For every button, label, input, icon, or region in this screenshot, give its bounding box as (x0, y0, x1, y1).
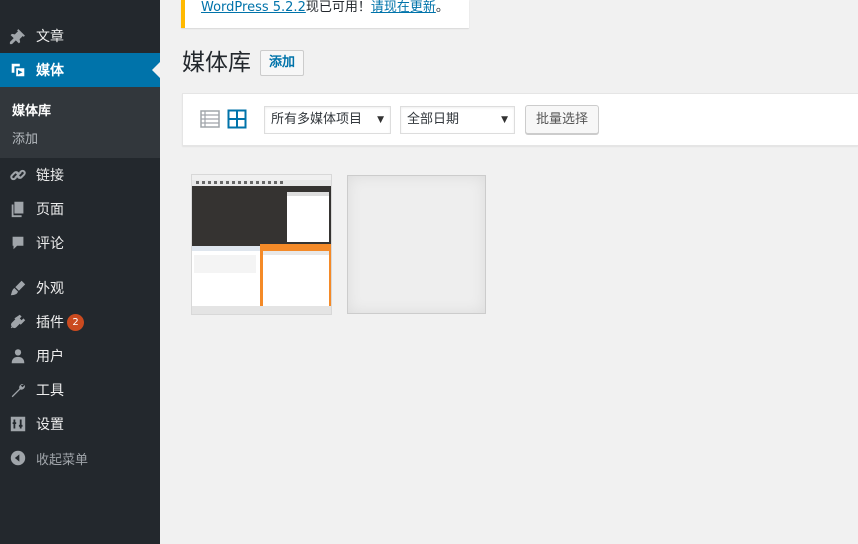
media-attachment-thumbnail[interactable] (192, 175, 331, 314)
notice-text: 现已可用！ (305, 0, 371, 15)
update-notice: WordPress 5.2.2现已可用！请现在更新。 (181, 0, 469, 28)
sidebar-item-label: 工具 (36, 383, 64, 399)
sidebar-item-label: 用户 (36, 349, 64, 365)
page-icon (0, 200, 36, 218)
date-filter-value: 全部日期 (407, 112, 460, 127)
media-toolbar: 所有多媒体项目 ▼ 全部日期 ▼ 批量选择 (182, 93, 858, 146)
sidebar-item-label: 页面 (36, 202, 64, 218)
plugin-icon (0, 313, 36, 331)
media-attachment-placeholder[interactable] (347, 175, 486, 314)
brush-icon (0, 279, 36, 297)
comment-icon (0, 234, 36, 252)
sidebar-item-appearance[interactable]: 外观 (0, 271, 160, 305)
sidebar-item-users[interactable]: 用户 (0, 339, 160, 373)
sidebar-item-plugins[interactable]: 插件 2 (0, 305, 160, 339)
link-icon (0, 166, 36, 184)
notice-text-end: 。 (435, 0, 449, 15)
settings-icon (0, 415, 36, 433)
chevron-down-icon: ▼ (501, 115, 508, 125)
sidebar-item-label: 设置 (36, 417, 64, 433)
sidebar-item-label: 插件 (36, 315, 64, 331)
sidebar-item-label: 收起菜单 (36, 452, 89, 468)
sidebar-item-label: 外观 (36, 281, 64, 297)
grid-view-icon[interactable] (227, 109, 247, 129)
wrench-icon (0, 381, 36, 399)
sidebar-item-label: 文章 (36, 29, 64, 45)
list-view-icon[interactable] (200, 109, 220, 129)
sidebar-item-label: 媒体 (36, 63, 64, 79)
media-type-filter[interactable]: 所有多媒体项目 ▼ (264, 106, 391, 134)
sidebar-item-tools[interactable]: 工具 (0, 373, 160, 407)
screenshot-thumbnail-image (192, 175, 331, 314)
media-icon (0, 61, 36, 79)
sidebar-item-settings[interactable]: 设置 (0, 407, 160, 441)
pin-icon (0, 27, 36, 45)
sidebar-item-label: 链接 (36, 168, 64, 184)
submenu-item-library[interactable]: 媒体库 (12, 100, 51, 119)
page-title: 媒体库 (182, 50, 251, 76)
add-new-button[interactable]: 添加 (260, 50, 305, 76)
bulk-select-button[interactable]: 批量选择 (525, 105, 600, 134)
sidebar-item-media[interactable]: 媒体 (0, 53, 160, 87)
wordpress-version-link[interactable]: WordPress 5.2.2 (201, 0, 306, 15)
chevron-down-icon: ▼ (377, 115, 384, 125)
sidebar-item-label: 评论 (36, 236, 64, 252)
sidebar-item-comments[interactable]: 评论 (0, 226, 160, 260)
admin-sidebar: 文章 媒体 媒体库 添加 链接 页面 评论 外观 插件 2 用户 工具 设置 收… (0, 0, 160, 544)
update-now-link[interactable]: 请现在更新 (371, 0, 436, 15)
collapse-icon (0, 449, 36, 467)
date-filter[interactable]: 全部日期 ▼ (400, 106, 515, 134)
media-submenu: 媒体库 添加 (0, 87, 160, 158)
sidebar-item-posts[interactable]: 文章 (0, 19, 160, 53)
plugin-update-badge: 2 (67, 313, 84, 331)
submenu-item-add[interactable]: 添加 (12, 128, 38, 147)
sidebar-item-links[interactable]: 链接 (0, 158, 160, 192)
collapse-menu-button[interactable]: 收起菜单 (0, 441, 160, 475)
sidebar-item-pages[interactable]: 页面 (0, 192, 160, 226)
media-type-filter-value: 所有多媒体项目 (271, 112, 363, 127)
user-icon (0, 347, 36, 365)
